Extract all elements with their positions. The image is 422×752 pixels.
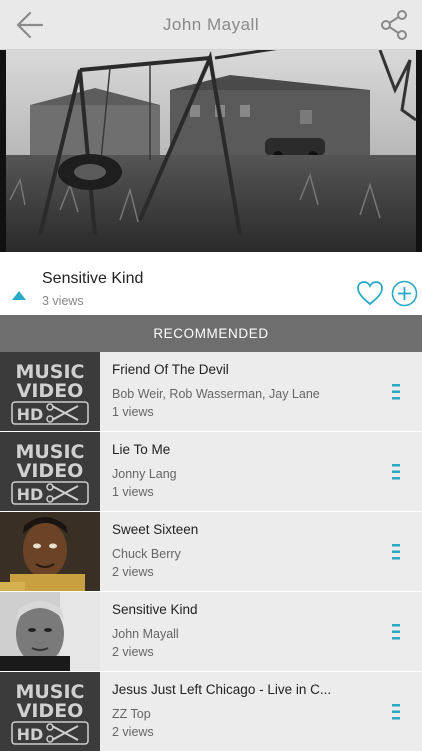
list-item[interactable]: MUSIC VIDEO HD Jesus Just Left Chicago -…	[0, 672, 422, 752]
heart-icon[interactable]	[356, 280, 384, 306]
item-menu-icon[interactable]	[392, 544, 402, 560]
recommended-header: RECOMMENDED	[0, 315, 422, 352]
item-title: Jesus Just Left Chicago - Live in C...	[112, 682, 332, 697]
item-views: 2 views	[112, 565, 154, 579]
add-to-playlist-icon[interactable]	[391, 280, 418, 307]
list-item[interactable]: Sweet Sixteen Chuck Berry 2 views	[0, 512, 422, 592]
thumbnail-music-video-hd: MUSIC VIDEO HD	[0, 672, 100, 751]
item-menu-icon[interactable]	[392, 624, 402, 640]
item-artist: Jonny Lang	[112, 467, 177, 481]
now-playing-views: 3 views	[42, 294, 84, 308]
thumb-badge: HD	[17, 725, 44, 744]
video-frame	[0, 50, 422, 252]
list-item[interactable]: MUSIC VIDEO HD Friend Of The Devil Bob W…	[0, 352, 422, 432]
thumb-badge: HD	[17, 405, 44, 424]
item-views: 1 views	[112, 405, 154, 419]
item-views: 2 views	[112, 645, 154, 659]
item-artist: John Mayall	[112, 627, 179, 641]
list-item[interactable]: Sensitive Kind John Mayall 2 views	[0, 592, 422, 672]
item-menu-icon[interactable]	[392, 384, 402, 400]
thumb-line2: VIDEO	[17, 460, 84, 482]
video-player[interactable]	[0, 50, 422, 252]
now-playing-title: Sensitive Kind	[42, 270, 144, 287]
thumbnail-photo	[0, 512, 100, 591]
item-title: Sweet Sixteen	[112, 522, 199, 537]
thumbnail-photo	[0, 592, 100, 671]
share-icon[interactable]	[380, 9, 408, 41]
item-menu-icon[interactable]	[392, 464, 402, 480]
item-title: Friend Of The Devil	[112, 362, 229, 377]
thumbnail-music-video-hd: MUSIC VIDEO HD	[0, 352, 100, 431]
recommended-list: MUSIC VIDEO HD Friend Of The Devil Bob W…	[0, 352, 422, 752]
thumb-line2: VIDEO	[17, 380, 84, 402]
thumb-badge: HD	[17, 485, 44, 504]
top-bar: John Mayall	[0, 0, 422, 50]
thumb-line2: VIDEO	[17, 700, 84, 722]
item-artist: Chuck Berry	[112, 547, 181, 561]
item-menu-icon[interactable]	[392, 704, 402, 720]
page-title: John Mayall	[162, 15, 260, 34]
item-title: Lie To Me	[112, 442, 171, 457]
item-views: 2 views	[112, 725, 154, 739]
item-views: 1 views	[112, 485, 154, 499]
item-title: Sensitive Kind	[112, 602, 198, 617]
list-item[interactable]: MUSIC VIDEO HD Lie To Me Jonny Lang 1 vi…	[0, 432, 422, 512]
thumbnail-music-video-hd: MUSIC VIDEO HD	[0, 432, 100, 511]
item-artist: Bob Weir, Rob Wasserman, Jay Lane	[112, 387, 320, 401]
caret-up-icon[interactable]	[12, 291, 26, 300]
item-artist: ZZ Top	[112, 707, 151, 721]
